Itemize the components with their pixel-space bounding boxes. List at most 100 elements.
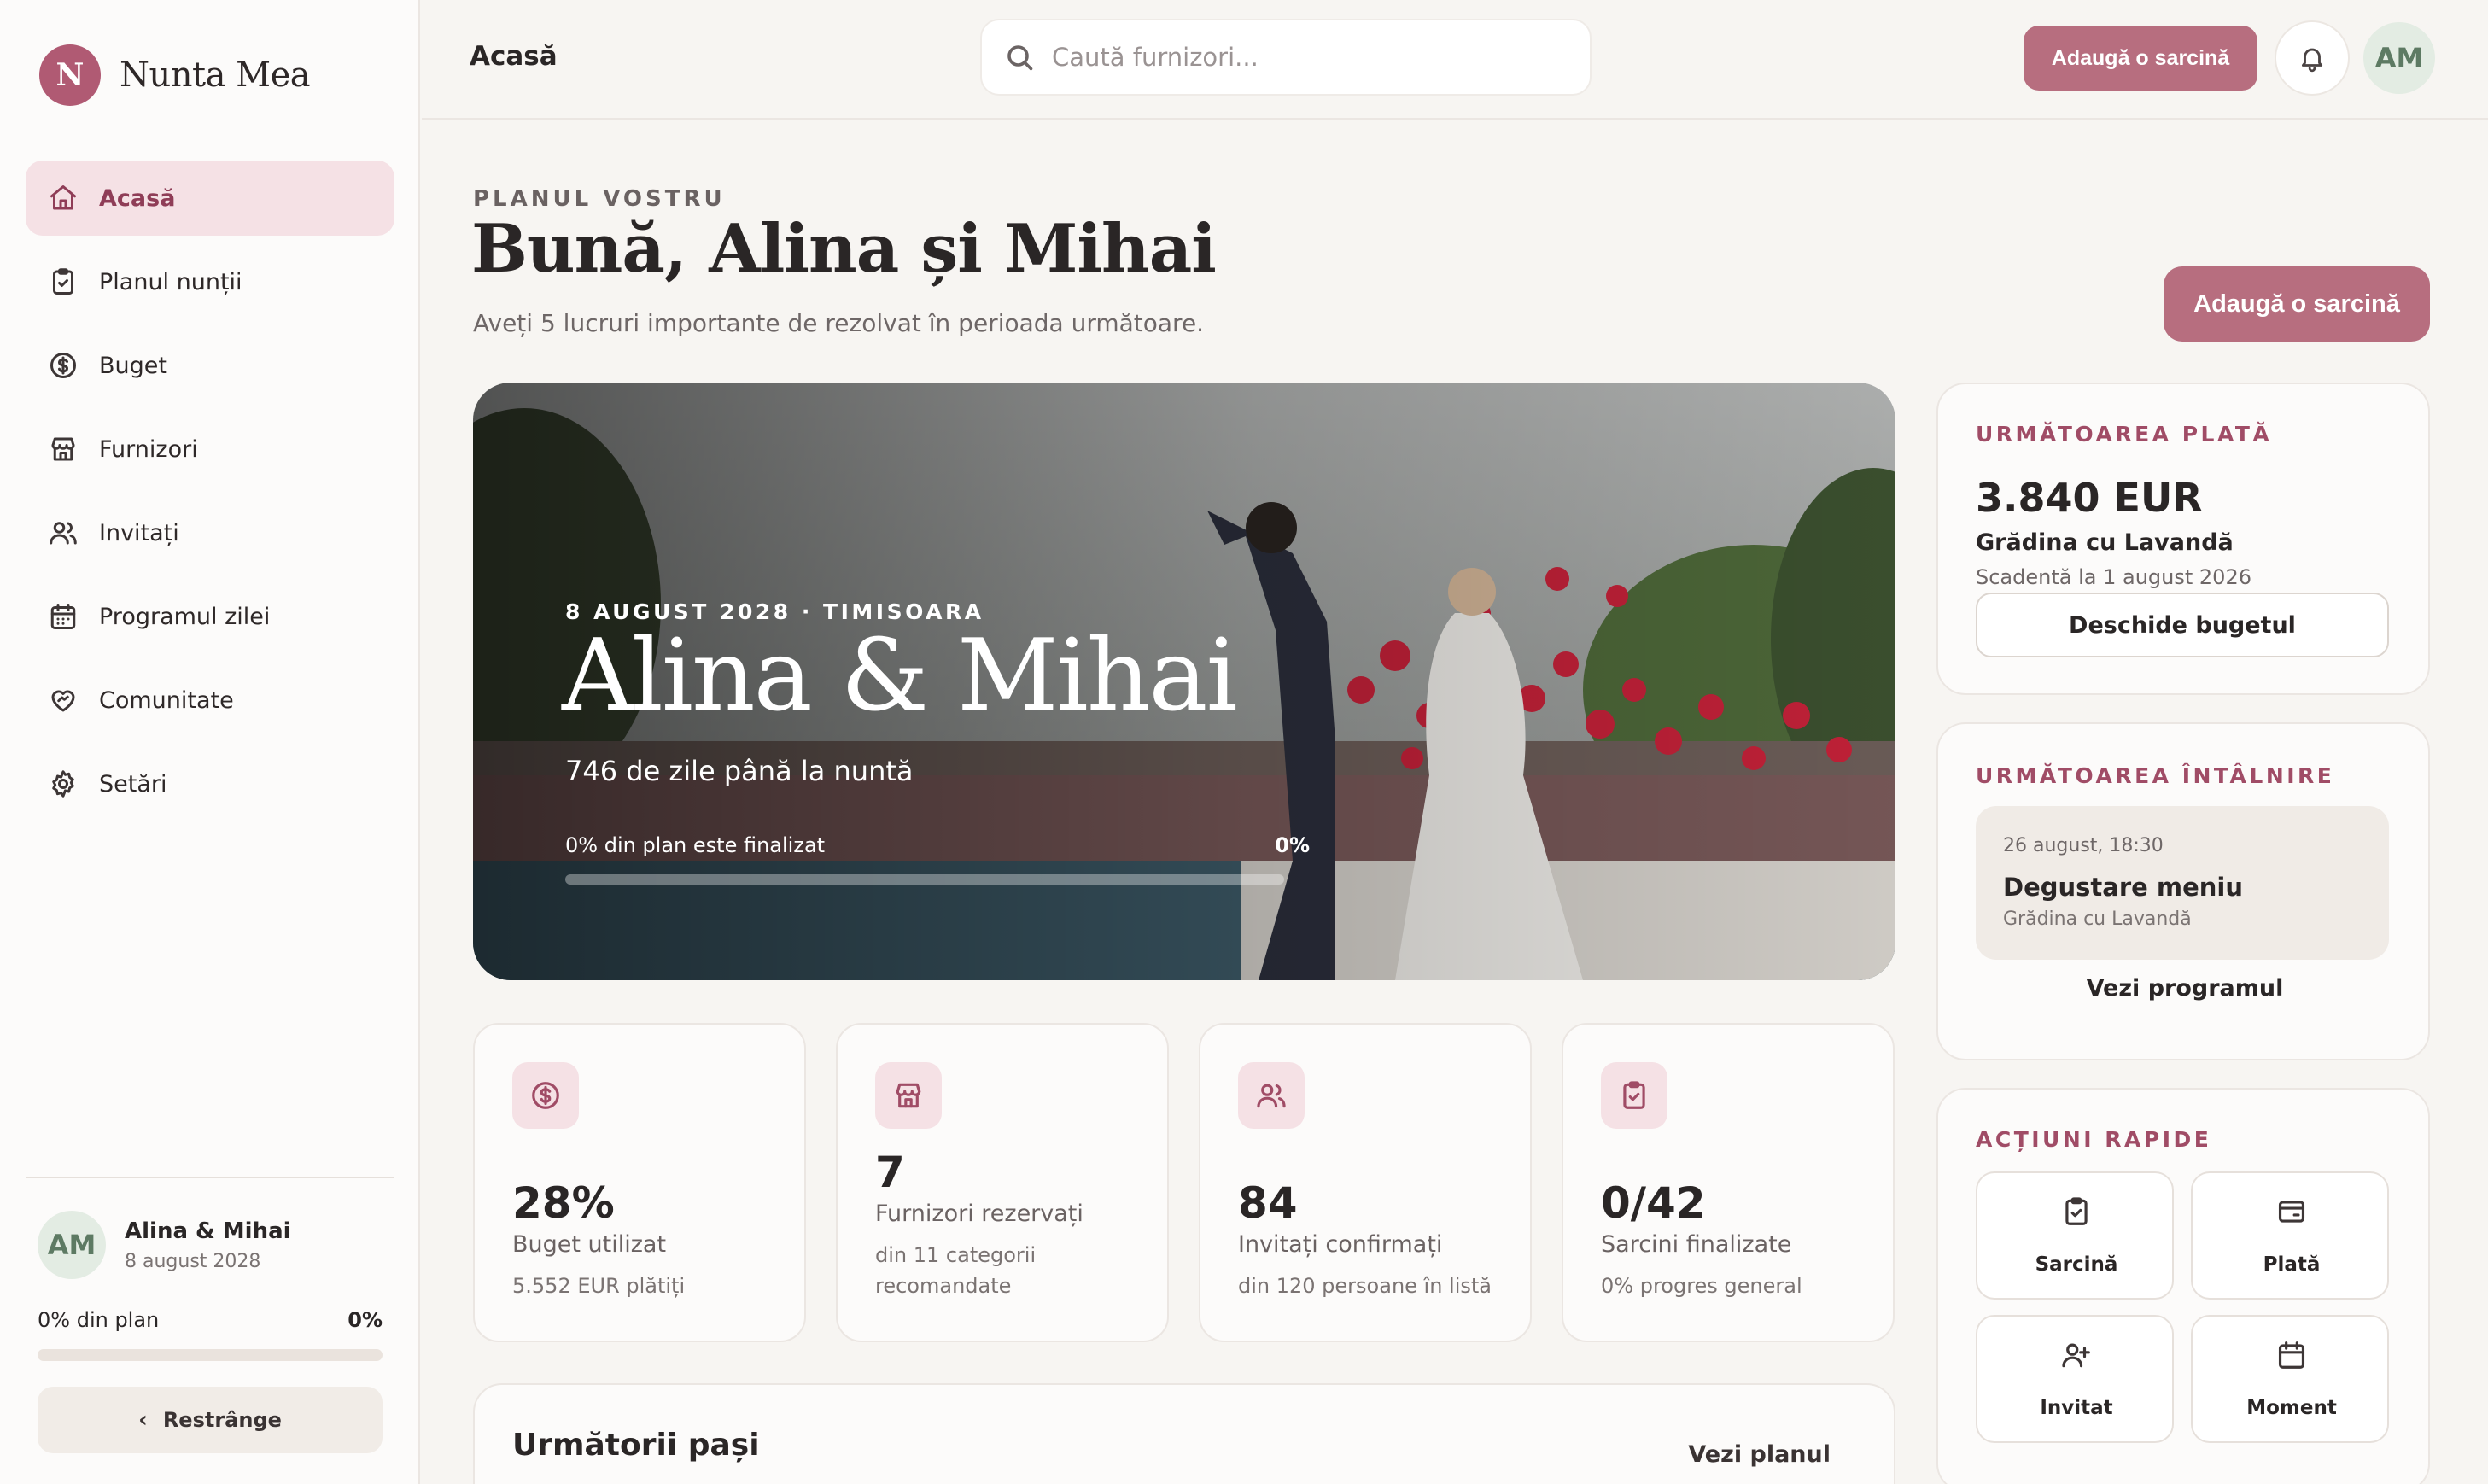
sidebar-item-comunitate[interactable]: Comunitate: [26, 663, 394, 738]
collapse-label: Restrânge: [162, 1408, 282, 1432]
user-profile[interactable]: AM Alina & Mihai 8 august 2028: [38, 1211, 394, 1279]
hero-progress-bar: [565, 874, 1284, 885]
stat-card-sarcini[interactable]: 0/42 Sarcini finalizate 0% progres gener…: [1562, 1023, 1895, 1342]
plan-progress-bar: [38, 1349, 383, 1361]
meeting-item[interactable]: 26 august, 18:30 Degustare meniu Grădina…: [1976, 806, 2389, 960]
hero-title: Alina & Mihai: [562, 618, 1238, 733]
clipboard-check-icon: [46, 265, 80, 299]
sidebar-item-setari[interactable]: Setări: [26, 746, 394, 821]
sidebar-item-label: Setări: [99, 770, 167, 798]
home-icon: [46, 181, 80, 215]
sidebar-item-planul-nuntii[interactable]: Planul nunții: [26, 244, 394, 319]
meeting-time: 26 august, 18:30: [2003, 835, 2164, 856]
gear-icon: [46, 767, 80, 801]
search-input[interactable]: [1052, 43, 1564, 72]
quick-action-task[interactable]: Sarcină: [1976, 1171, 2174, 1300]
sidebar-item-invitati[interactable]: Invitați: [26, 495, 394, 570]
plan-progress-row: 0% din plan 0%: [38, 1308, 383, 1332]
wallet-icon: [2193, 1195, 2391, 1228]
next-payment-title: URMĂTOAREA PLATĂ: [1976, 422, 2273, 447]
user-wedding-date: 8 august 2028: [125, 1250, 261, 1272]
stat-card-furnizori[interactable]: 7 Furnizori rezervați din 11 categorii r…: [836, 1023, 1169, 1342]
quick-action-moment[interactable]: Moment: [2191, 1315, 2389, 1443]
calendar-icon: [2193, 1339, 2391, 1371]
payment-due-date: Scadentă la 1 august 2026: [1976, 565, 2251, 589]
sidebar: N Nunta Mea Acasă Planul nunții Buget Fu…: [0, 0, 420, 1484]
users-icon: [1238, 1062, 1305, 1129]
sidebar-item-programul-zilei[interactable]: Programul zilei: [26, 579, 394, 654]
quick-action-label: Moment: [2246, 1397, 2337, 1419]
payment-vendor: Grădina cu Lavandă: [1976, 529, 2234, 556]
sidebar-footer: AM Alina & Mihai 8 august 2028 0% din pl…: [26, 1177, 394, 1453]
next-meeting-card: URMĂTOAREA ÎNTÂLNIRE 26 august, 18:30 De…: [1936, 722, 2430, 1060]
quick-action-guest[interactable]: Invitat: [1976, 1315, 2174, 1443]
stat-meta: din 120 persoane în listă: [1238, 1274, 1492, 1298]
next-steps-title: Următorii pași: [512, 1428, 760, 1463]
notifications-button[interactable]: [2275, 20, 2350, 96]
topbar: Acasă Adaugă o sarcină AM: [422, 0, 2488, 120]
add-task-button-main[interactable]: Adaugă o sarcină: [2164, 266, 2430, 342]
sidebar-item-label: Acasă: [99, 184, 176, 212]
app-root: N Nunta Mea Acasă Planul nunții Buget Fu…: [0, 0, 2488, 1484]
view-plan-link[interactable]: Vezi planul: [1688, 1441, 1831, 1468]
dollar-circle-icon: [512, 1062, 579, 1129]
users-icon: [46, 516, 80, 550]
stat-value: 0/42: [1601, 1178, 1706, 1228]
quick-actions-title: ACȚIUNI RAPIDE: [1976, 1127, 2212, 1152]
stat-meta: din 11 categorii recomandate: [875, 1243, 1037, 1298]
quick-action-payment[interactable]: Plată: [2191, 1171, 2389, 1300]
add-task-button[interactable]: Adaugă o sarcină: [2024, 26, 2257, 91]
stat-label: Invitați confirmați: [1238, 1231, 1443, 1258]
open-budget-button[interactable]: Deschide bugetul: [1976, 593, 2389, 657]
brand-logo: N: [39, 44, 101, 106]
stat-label: Furnizori rezervați: [875, 1201, 1083, 1227]
avatar: AM: [38, 1211, 106, 1279]
next-steps-card: Următorii pași Vezi planul: [473, 1383, 1895, 1484]
countdown-text: 746 de zile până la nuntă: [565, 755, 914, 787]
stat-value: 7: [875, 1148, 905, 1197]
breadcrumb: Acasă: [470, 41, 558, 72]
sidebar-item-label: Invitați: [99, 519, 179, 546]
page-subtitle: Aveți 5 lucruri importante de rezolvat î…: [473, 309, 1205, 337]
bell-icon: [2301, 48, 2323, 73]
sidebar-nav: Acasă Planul nunții Buget Furnizori Invi…: [26, 161, 394, 830]
quick-action-label: Invitat: [2040, 1397, 2113, 1419]
heart-handshake-icon: [46, 683, 80, 717]
meeting-place: Grădina cu Lavandă: [2003, 909, 2192, 930]
payment-amount: 3.840 EUR: [1976, 475, 2203, 521]
page-title: Bună, Alina și Mihai: [471, 210, 1217, 288]
stat-card-invitati[interactable]: 84 Invitați confirmați din 120 persoane …: [1199, 1023, 1532, 1342]
search-box[interactable]: [980, 19, 1592, 96]
sidebar-item-acasa[interactable]: Acasă: [26, 161, 394, 236]
sidebar-item-buget[interactable]: Buget: [26, 328, 394, 403]
stat-meta: 5.552 EUR plătiți: [512, 1274, 686, 1298]
plan-progress-label: 0% din plan: [38, 1308, 160, 1332]
search-icon: [1007, 45, 1033, 71]
sidebar-item-label: Furnizori: [99, 435, 198, 463]
chevron-left-icon: ‹: [138, 1407, 148, 1433]
user-avatar-button[interactable]: AM: [2363, 22, 2435, 94]
hero-card: 8 AUGUST 2028 · TIMISOARA Alina & Mihai …: [473, 383, 1895, 980]
stat-value: 28%: [512, 1178, 615, 1228]
quick-action-label: Sarcină: [2035, 1253, 2118, 1276]
sidebar-item-label: Buget: [99, 352, 167, 379]
hero-plan-label: 0% din plan este finalizat: [565, 833, 826, 857]
stat-card-buget[interactable]: 28% Buget utilizat 5.552 EUR plătiți: [473, 1023, 806, 1342]
sidebar-item-label: Planul nunții: [99, 268, 242, 295]
view-schedule-link[interactable]: Vezi programul: [1938, 975, 2432, 1002]
brand[interactable]: N Nunta Mea: [39, 44, 311, 106]
dollar-circle-icon: [46, 348, 80, 383]
quick-action-label: Plată: [2263, 1253, 2321, 1276]
user-plus-icon: [1977, 1339, 2176, 1371]
stat-label: Sarcini finalizate: [1601, 1231, 1792, 1258]
store-icon: [46, 432, 80, 466]
sidebar-item-furnizori[interactable]: Furnizori: [26, 412, 394, 487]
next-payment-card: URMĂTOAREA PLATĂ 3.840 EUR Grădina cu La…: [1936, 383, 2430, 695]
section-eyebrow: PLANUL VOSTRU: [473, 186, 726, 212]
collapse-sidebar-button[interactable]: ‹ Restrânge: [38, 1387, 383, 1453]
store-icon: [875, 1062, 942, 1129]
clipboard-check-icon: [1977, 1195, 2176, 1228]
quick-actions-card: ACȚIUNI RAPIDE Sarcină Plată Invitat Mom…: [1936, 1088, 2430, 1484]
clipboard-check-icon: [1601, 1062, 1667, 1129]
meeting-name: Degustare meniu: [2003, 873, 2244, 902]
